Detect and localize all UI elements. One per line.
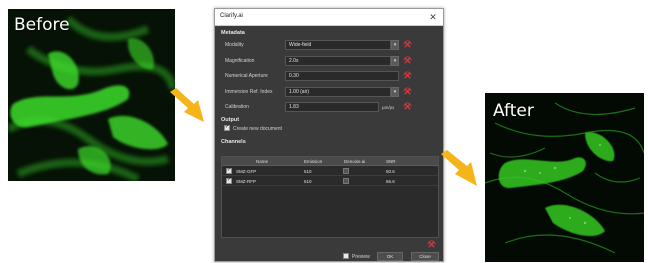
table-row[interactable]: SMZ-GFP 510 50.6 [222, 167, 438, 176]
channel-emission: 510 [304, 179, 312, 184]
create-new-document-label: Create new document [233, 126, 282, 132]
channels-heading: Channels [221, 139, 246, 145]
immersion-index-select[interactable]: 1.00 (air) [285, 87, 391, 97]
channel-emission: 510 [304, 169, 312, 174]
metadata-heading: Metadata [221, 30, 245, 36]
close-icon[interactable]: ✕ [427, 11, 439, 23]
output-heading: Output [221, 117, 240, 123]
close-button[interactable]: Close [411, 252, 439, 261]
arrow-right-icon [170, 88, 204, 122]
channel-enable-checkbox[interactable] [226, 177, 232, 184]
column-denoise[interactable]: Denoise.ai [344, 159, 365, 164]
denoise-checkbox[interactable] [343, 178, 349, 184]
reset-icon[interactable] [403, 102, 412, 111]
before-label: Before [14, 15, 70, 35]
immersion-index-label: Immersion Ref. Index [225, 89, 273, 95]
channels-table: Name Emission Denoise.ai SNR SMZ-GFP 510… [221, 156, 439, 238]
column-name[interactable]: Name [256, 159, 268, 164]
modality-select[interactable]: Wide-field [285, 40, 391, 50]
reset-icon[interactable] [403, 87, 412, 96]
dialog-footer: Preview OK Close [215, 252, 443, 261]
reset-icon[interactable] [403, 40, 412, 49]
calibration-unit: µm/px [382, 105, 395, 110]
table-row[interactable]: SMZ-RFP 510 56.6 [222, 177, 438, 186]
channel-enable-checkbox[interactable] [226, 167, 232, 174]
title-bar: Clarify.ai ✕ [215, 9, 443, 26]
after-label: After [493, 101, 534, 121]
channel-name: SMZ-GFP [236, 169, 257, 174]
before-image: Before [8, 9, 175, 181]
after-image: After [485, 93, 644, 262]
reset-icon[interactable] [427, 240, 436, 249]
chevron-down-icon[interactable]: ▾ [391, 87, 399, 97]
calibration-input[interactable]: 1.83 [285, 102, 379, 112]
channel-snr: 56.6 [386, 179, 395, 184]
reset-icon[interactable] [403, 56, 412, 65]
denoise-checkbox[interactable] [343, 168, 349, 174]
preview-label: Preview [352, 254, 370, 260]
dialog-title: Clarify.ai [220, 13, 243, 19]
calibration-label: Calibration [225, 104, 249, 110]
channel-snr: 50.6 [386, 169, 395, 174]
create-new-document-checkbox[interactable] [224, 124, 230, 131]
numerical-aperture-label: Numerical Aperture [225, 73, 268, 79]
clarify-dialog: Clarify.ai ✕ Metadata Modality Wide-fiel… [214, 8, 444, 262]
chevron-down-icon[interactable]: ▾ [391, 40, 399, 50]
table-header: Name Emission Denoise.ai SNR [222, 157, 438, 166]
magnification-label: Magnification [225, 58, 255, 64]
magnification-select[interactable]: 2.0x [285, 56, 391, 66]
reset-icon[interactable] [403, 71, 412, 80]
numerical-aperture-input[interactable]: 0.30 [285, 71, 399, 81]
modality-label: Modality [225, 42, 244, 48]
preview-checkbox[interactable] [343, 253, 349, 259]
column-snr[interactable]: SNR [386, 159, 396, 164]
column-emission[interactable]: Emission [304, 159, 322, 164]
ok-button[interactable]: OK [377, 252, 403, 261]
arrow-right-icon [441, 150, 477, 186]
channel-name: SMZ-RFP [236, 179, 256, 184]
chevron-down-icon[interactable]: ▾ [391, 56, 399, 66]
